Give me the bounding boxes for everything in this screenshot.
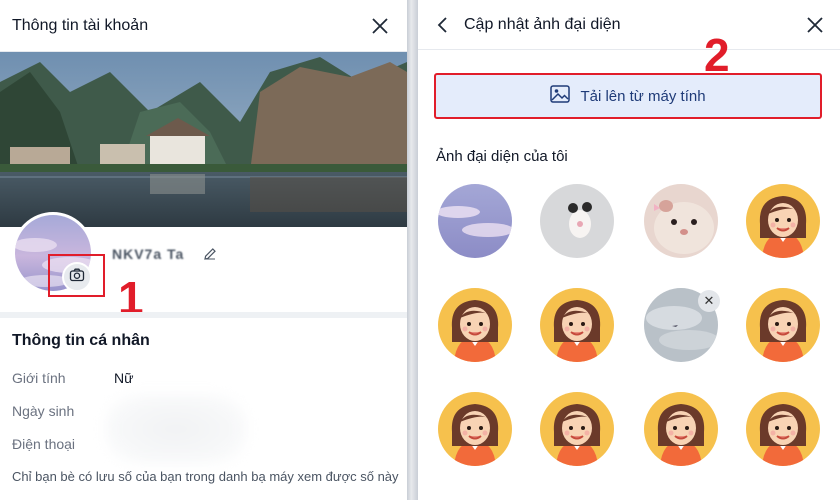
remove-avatar-icon[interactable]: ✕ bbox=[698, 290, 720, 312]
update-avatar-title: Cập nhật ảnh đại diện bbox=[464, 15, 621, 33]
personal-info-title: Thông tin cá nhân bbox=[12, 332, 150, 349]
section-divider bbox=[0, 312, 407, 318]
redacted-info bbox=[106, 394, 246, 464]
account-info-title: Thông tin tài khoản bbox=[12, 16, 149, 34]
avatar-option[interactable] bbox=[644, 184, 718, 258]
update-avatar-panel: Cập nhật ảnh đại diện Tải lên từ máy tín… bbox=[418, 0, 840, 500]
camera-icon bbox=[69, 267, 85, 288]
image-icon bbox=[550, 85, 571, 107]
gender-label: Giới tính bbox=[12, 370, 66, 386]
my-avatars-title: Ảnh đại diện của tôi bbox=[436, 148, 568, 165]
upload-label: Tải lên từ máy tính bbox=[580, 87, 706, 105]
close-icon[interactable] bbox=[802, 12, 828, 38]
phone-privacy-note: Chỉ bạn bè có lưu số của bạn trong danh … bbox=[12, 469, 399, 484]
change-avatar-button[interactable] bbox=[62, 262, 92, 292]
back-icon[interactable] bbox=[432, 14, 454, 36]
avatar-option[interactable] bbox=[540, 392, 614, 466]
avatar-option[interactable] bbox=[644, 392, 718, 466]
close-icon[interactable] bbox=[367, 13, 393, 39]
step-number-2: 2 bbox=[704, 29, 730, 81]
edit-icon[interactable] bbox=[202, 246, 218, 262]
upload-from-computer-button[interactable]: Tải lên từ máy tính bbox=[434, 73, 822, 119]
profile-name: NKV7a Ta bbox=[112, 246, 185, 262]
avatar-option[interactable] bbox=[746, 392, 820, 466]
birthday-label: Ngày sinh bbox=[12, 403, 75, 419]
account-info-panel: Thông tin tài khoản 1 NKV7a Ta Thông tin… bbox=[0, 0, 407, 500]
avatar-option[interactable] bbox=[438, 184, 512, 258]
avatar-option[interactable] bbox=[438, 288, 512, 362]
account-info-header: Thông tin tài khoản bbox=[0, 0, 407, 52]
cover-photo[interactable] bbox=[0, 52, 407, 227]
panel-divider bbox=[407, 0, 418, 500]
avatar-option[interactable] bbox=[746, 288, 820, 362]
avatar-option[interactable] bbox=[438, 392, 512, 466]
gender-value: Nữ bbox=[114, 370, 134, 386]
update-avatar-header: Cập nhật ảnh đại diện bbox=[418, 0, 840, 50]
avatar-option[interactable] bbox=[540, 184, 614, 258]
avatar-option[interactable] bbox=[746, 184, 820, 258]
phone-label: Điện thoại bbox=[12, 436, 76, 452]
avatar-option[interactable] bbox=[540, 288, 614, 362]
